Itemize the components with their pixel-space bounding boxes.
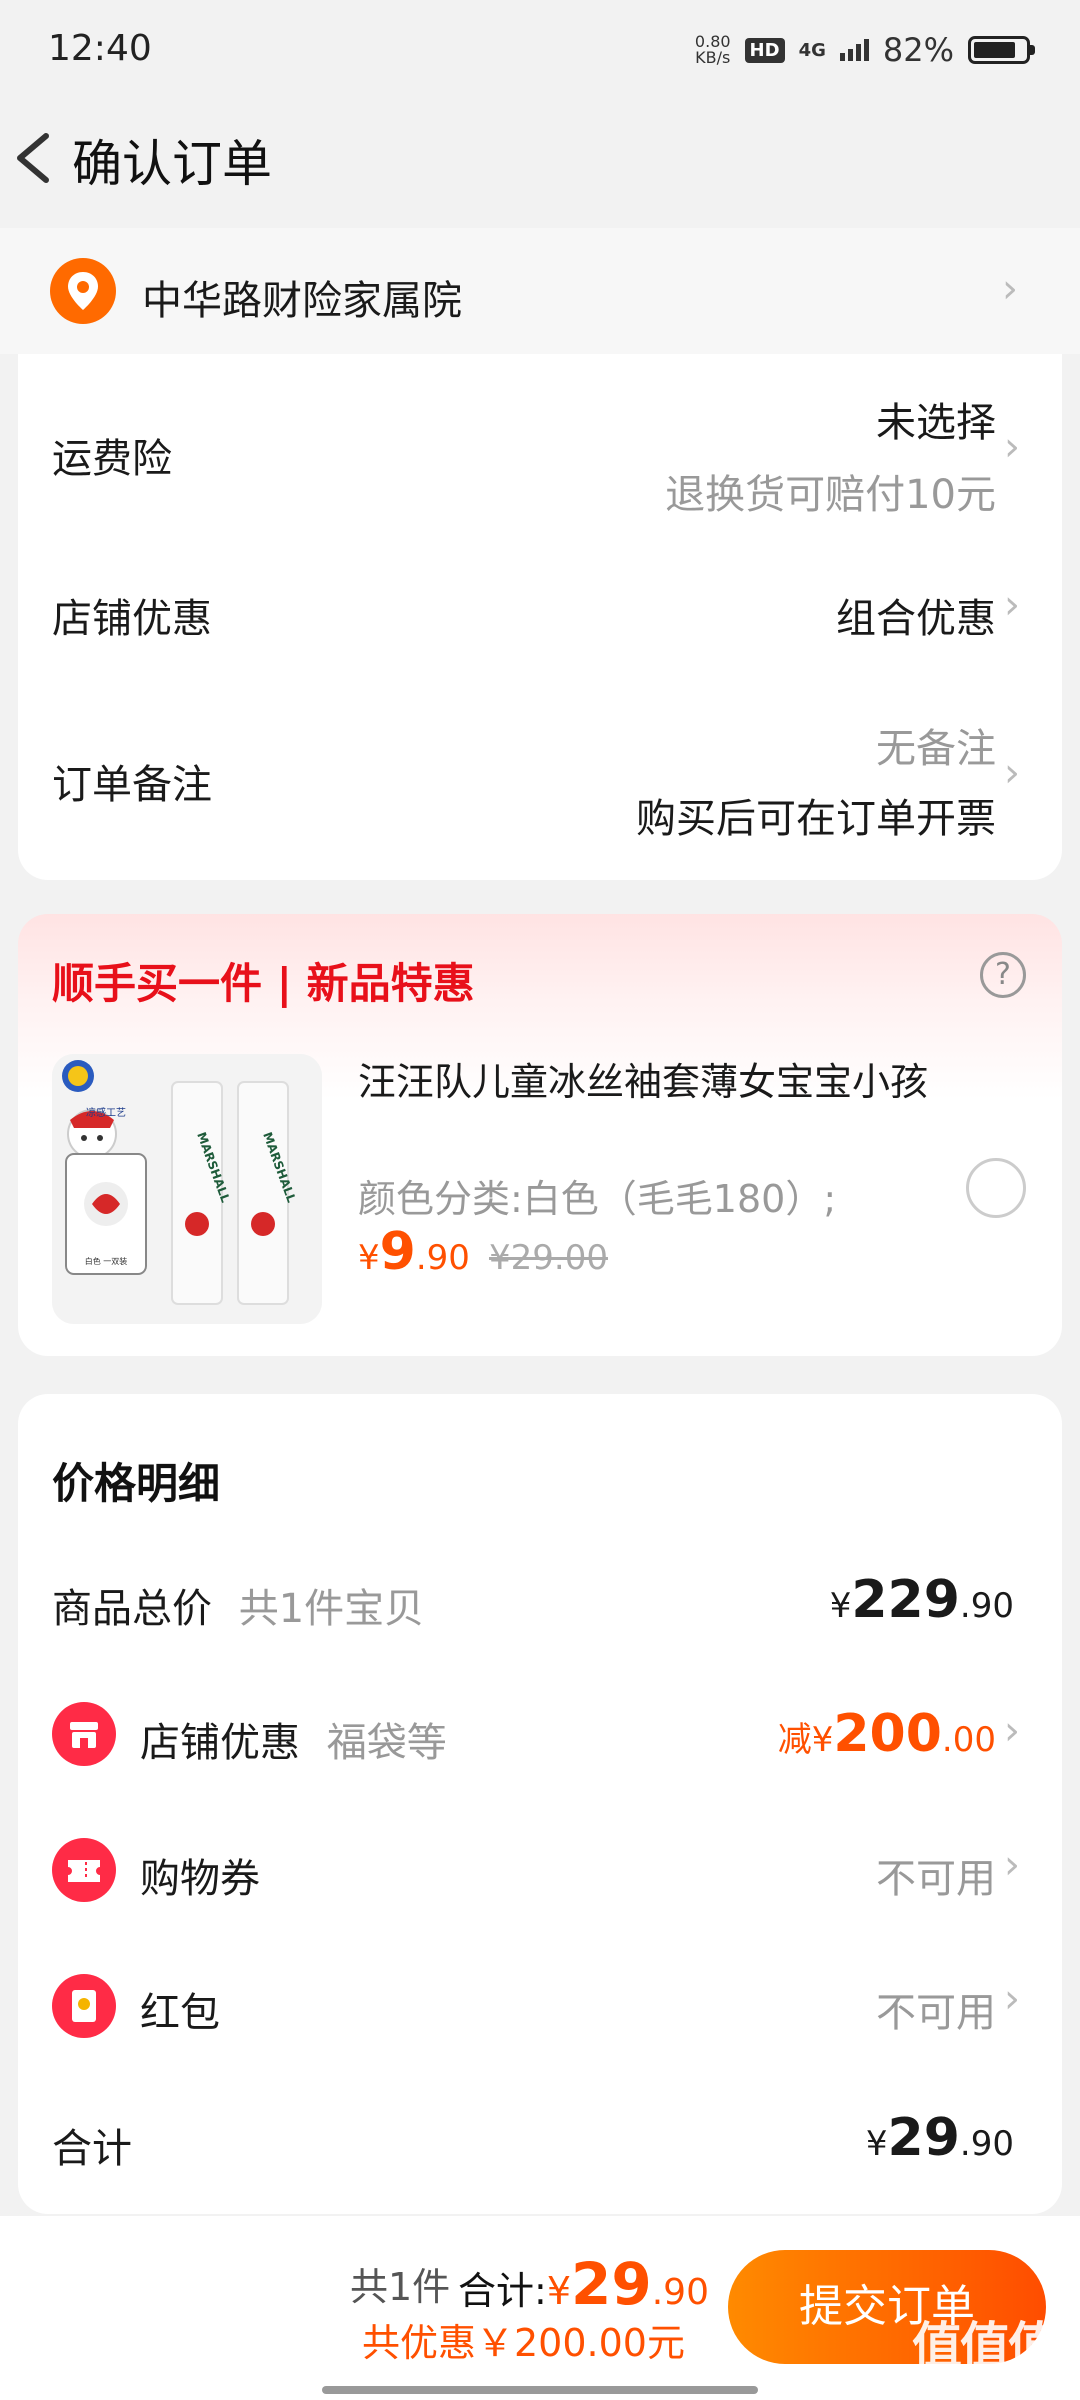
price-int: 9 bbox=[379, 1222, 416, 1282]
total-amount: ¥29.90 bbox=[866, 2108, 1014, 2168]
network-speed: 0.80 KB/s bbox=[695, 34, 731, 66]
coupon-label: 购物券 bbox=[140, 1856, 260, 1902]
speed-unit: KB/s bbox=[695, 48, 731, 67]
order-note-label: 订单备注 bbox=[52, 762, 212, 808]
signal-icon bbox=[839, 39, 869, 61]
chevron-right-icon[interactable]: › bbox=[1004, 1842, 1020, 1888]
old-price: ¥29.00 bbox=[489, 1238, 608, 1278]
amount-int: 29 bbox=[887, 2108, 960, 2168]
amount-dec: .90 bbox=[959, 1586, 1014, 1626]
bottom-discount: 共优惠￥200.00元 bbox=[362, 2321, 685, 2365]
location-pin-icon bbox=[50, 258, 116, 324]
shipping-insurance-sub: 退换货可赔付10元 bbox=[665, 472, 996, 518]
shop-discount-label: 店铺优惠 bbox=[52, 596, 212, 642]
shop-icon bbox=[52, 1702, 116, 1766]
shop-glyph bbox=[70, 1722, 98, 1748]
location-pin-glyph bbox=[68, 272, 98, 310]
status-icons: 0.80 KB/s HD 4G 82% bbox=[695, 28, 1035, 72]
red-packet-icon bbox=[52, 1974, 116, 2038]
goods-total-label-text: 商品总价 bbox=[52, 1586, 212, 1632]
status-time: 12:40 bbox=[48, 28, 152, 69]
amount-int: 29 bbox=[571, 2250, 652, 2318]
shop-discount-label-text: 店铺优惠 bbox=[140, 1720, 300, 1766]
back-button[interactable] bbox=[6, 118, 66, 198]
chevron-right-icon[interactable]: › bbox=[1004, 1976, 1020, 2022]
price-details-title: 价格明细 bbox=[52, 1459, 221, 1508]
product-image-caption: 凉感工艺 bbox=[86, 1106, 126, 1119]
order-note-value[interactable]: 无备注 bbox=[876, 716, 996, 774]
network-type: 4G bbox=[798, 39, 826, 61]
amount-dec: .00 bbox=[941, 1720, 996, 1760]
watermark: 值值值 bbox=[912, 2317, 1058, 2375]
shop-discount-sub: 福袋等 bbox=[326, 1720, 447, 1766]
chevron-right-icon[interactable]: › bbox=[1004, 582, 1020, 628]
chevron-right-icon[interactable]: › bbox=[1004, 750, 1020, 796]
chevron-right-icon: › bbox=[1002, 266, 1018, 312]
discount-prefix: 减 bbox=[777, 1720, 812, 1760]
total-label: 合计 bbox=[52, 2126, 132, 2172]
battery-percent: 82% bbox=[882, 31, 954, 69]
coupon-icon bbox=[52, 1838, 116, 1902]
coupon-glyph bbox=[68, 1860, 100, 1882]
currency: ¥ bbox=[865, 2124, 888, 2164]
shop-discount-value[interactable]: 组合优惠 bbox=[836, 586, 996, 644]
select-radio[interactable] bbox=[966, 1158, 1026, 1218]
amount-dec: .90 bbox=[651, 2272, 709, 2313]
bottom-item-count: 共1件 bbox=[350, 2265, 451, 2309]
amount-int: 229 bbox=[851, 1570, 960, 1630]
order-note-sub: 购买后可在订单开票 bbox=[636, 796, 996, 842]
product-title[interactable]: 汪汪队儿童冰丝袖套薄女宝宝小孩 bbox=[358, 1056, 938, 1108]
amount-dec: .90 bbox=[959, 2124, 1014, 2164]
currency: ¥ bbox=[546, 2269, 571, 2313]
coupon-value[interactable]: 不可用 bbox=[876, 1846, 996, 1904]
hd-icon: HD bbox=[744, 37, 785, 63]
help-icon[interactable]: ? bbox=[980, 952, 1026, 998]
chevron-right-icon[interactable]: › bbox=[1004, 424, 1020, 470]
shop-discount-detail-label: 店铺优惠 福袋等 bbox=[140, 1710, 447, 1768]
chevron-right-icon[interactable]: › bbox=[1004, 1708, 1020, 1754]
total-label-text: 合计: bbox=[458, 2269, 547, 2313]
bottom-total: 合计:¥29.90 bbox=[458, 2250, 709, 2318]
currency: ¥ bbox=[811, 1720, 834, 1760]
red-packet-value[interactable]: 不可用 bbox=[876, 1980, 996, 2038]
currency: ¥ bbox=[829, 1586, 852, 1626]
product-variant[interactable]: 颜色分类:白色（毛毛180）; bbox=[358, 1168, 836, 1223]
product-image-art: 凉感工艺 白色 一双装 MARSHALL MARSHALL bbox=[52, 1054, 322, 1324]
red-packet-label: 红包 bbox=[140, 1990, 220, 2036]
product-image-variant: 白色 一双装 bbox=[85, 1256, 128, 1266]
goods-total-amount: ¥229.90 bbox=[830, 1570, 1014, 1630]
page-title: 确认订单 bbox=[72, 135, 272, 193]
chevron-left-icon bbox=[17, 133, 49, 183]
shop-discount-amount[interactable]: 减¥200.00 bbox=[778, 1704, 996, 1764]
goods-total-label: 商品总价 共1件宝贝 bbox=[52, 1576, 424, 1634]
promo-title: 顺手买一件 | 新品特惠 bbox=[52, 959, 475, 1008]
home-indicator[interactable] bbox=[322, 2386, 758, 2394]
amount-int: 200 bbox=[833, 1704, 942, 1764]
price-details-card bbox=[18, 1394, 1062, 2214]
price-dec: .90 bbox=[415, 1238, 470, 1278]
red-packet-glyph bbox=[72, 1990, 96, 2022]
address-text: 中华路财险家属院 bbox=[142, 278, 462, 324]
battery-icon bbox=[968, 36, 1035, 64]
shipping-insurance-label: 运费险 bbox=[52, 436, 172, 482]
shipping-insurance-value[interactable]: 未选择 bbox=[876, 390, 996, 448]
goods-total-sub: 共1件宝贝 bbox=[238, 1586, 425, 1632]
battery-level bbox=[974, 42, 1015, 58]
watermark-sub: zhizhizhi.com bbox=[916, 2370, 1052, 2394]
product-image[interactable]: 凉感工艺 白色 一双装 MARSHALL MARSHALL bbox=[52, 1054, 322, 1324]
price-currency: ¥ bbox=[358, 1238, 380, 1278]
product-price: ¥9.90 ¥29.00 bbox=[358, 1222, 608, 1282]
